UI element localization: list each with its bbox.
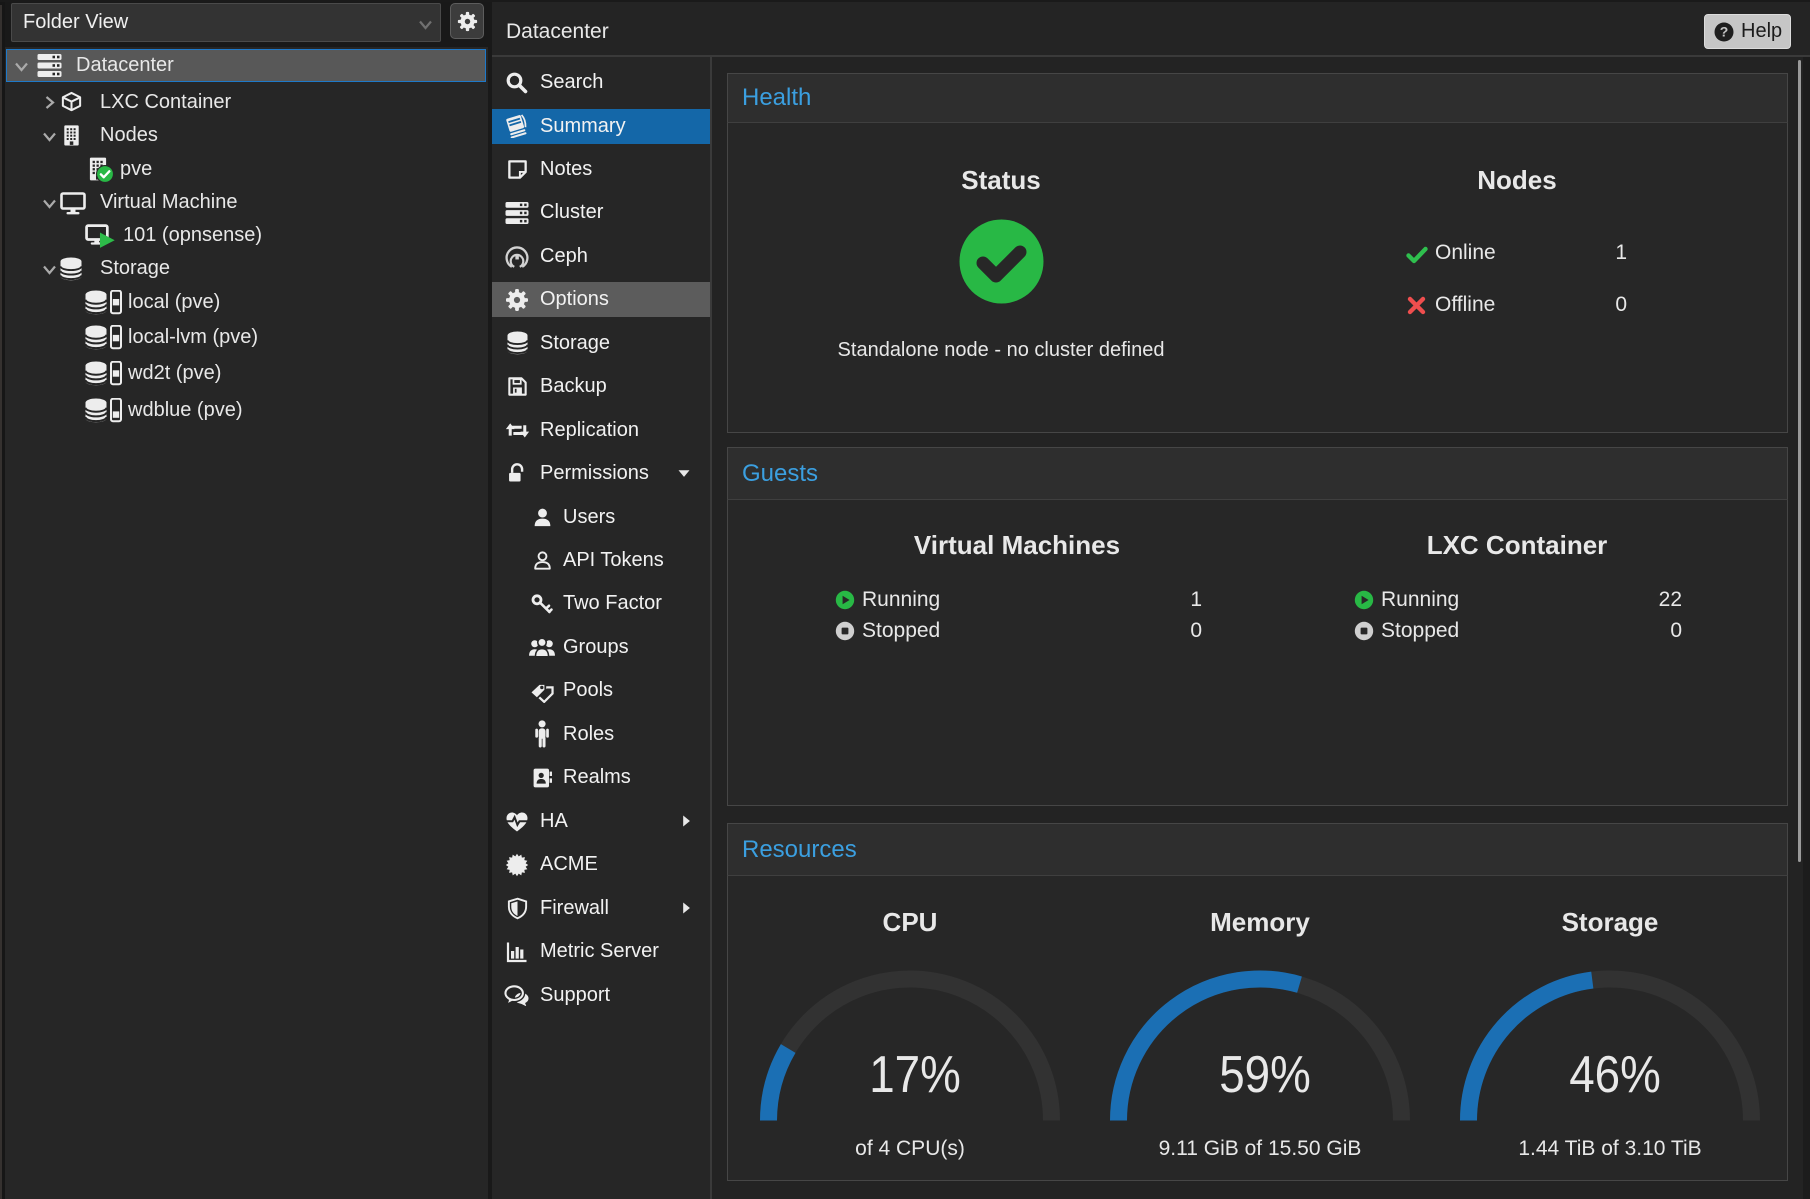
svg-text:?: ?: [1720, 23, 1729, 39]
